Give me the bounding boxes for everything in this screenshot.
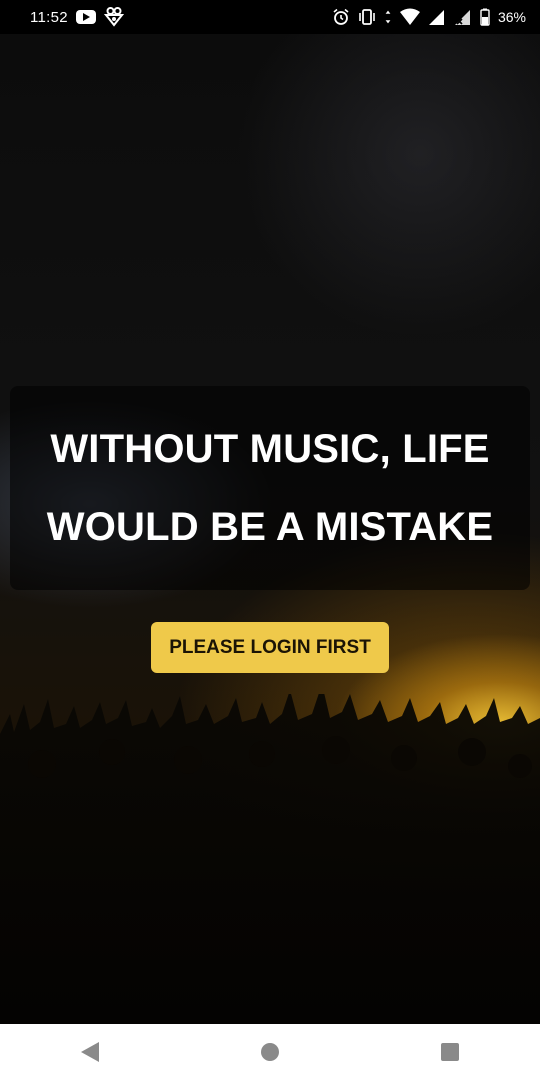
back-icon [81,1042,99,1062]
home-button[interactable] [240,1032,300,1072]
navigation-bar [0,1024,540,1080]
signal-icon [428,10,444,25]
wifi-icon [399,8,420,25]
vibrate-icon [359,9,375,25]
status-bar-left: 11:52 [30,7,124,27]
status-bar-right: 36% [332,8,526,26]
alarm-icon [333,8,349,25]
app-notification-icon [103,7,124,27]
concert-background: WITHOUT MUSIC, LIFE WOULD BE A MISTAKE P… [0,34,540,1024]
headline-line-1: WITHOUT MUSIC, LIFE [50,427,490,471]
recent-apps-icon [441,1043,459,1061]
recent-apps-button[interactable] [420,1032,480,1072]
status-time: 11:52 [30,8,68,26]
data-arrows-icon [385,10,391,24]
youtube-icon [75,10,96,24]
headline-line-2: WOULD BE A MISTAKE [46,505,494,549]
home-icon [261,1043,279,1061]
crowd-silhouette [0,694,540,1024]
status-bar: 11:52 36% [0,0,540,34]
quote-overlay: WITHOUT MUSIC, LIFE WOULD BE A MISTAKE [10,386,530,590]
signal-no-service-icon [454,10,470,25]
login-button[interactable]: PLEASE LOGIN FIRST [151,622,389,673]
battery-icon [480,8,490,26]
back-button[interactable] [60,1032,120,1072]
battery-percent: 36% [497,9,526,25]
